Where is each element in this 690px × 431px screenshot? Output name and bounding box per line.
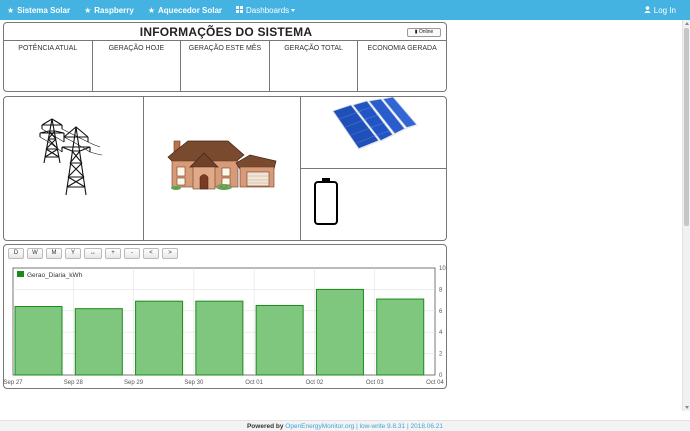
info-cell-economia: ECONOMIA GERADA	[367, 45, 437, 52]
star-icon: ★	[7, 5, 15, 15]
x-tick-label: Oct 01	[245, 380, 263, 386]
legend-label: Gerao_Diaria_kWh	[27, 272, 83, 279]
nav-item-label: Dashboards	[246, 5, 290, 15]
system-info-panel: INFORMAÇÕES DO SISTEMA ▮ Online POTÊNCIA…	[3, 22, 447, 92]
info-grid: POTÊNCIA ATUAL GERAÇÃO HOJE GERAÇÃO ESTE…	[4, 40, 446, 91]
footer-oem-link[interactable]: OpenEnergyMonitor.org	[285, 423, 354, 430]
footer-sep: |	[356, 423, 358, 430]
bar	[135, 300, 184, 376]
status-text: Online	[418, 29, 434, 35]
x-tick-label: Sep 28	[64, 380, 84, 386]
info-cell-potencia: POTÊNCIA ATUAL	[4, 41, 93, 91]
nav-item-dashboards[interactable]: Dashboards	[229, 0, 302, 20]
chart-panel: D W M Y ↔ + - < > 0 2 4 6 8 10 Sep 27 Sep 28 Sep…	[3, 244, 447, 389]
x-tick-label: Oct 03	[366, 380, 384, 386]
info-cell-geracao-total: GERAÇÃO TOTAL	[270, 41, 359, 91]
bar	[74, 308, 123, 376]
y-tick-label: 10	[439, 266, 446, 272]
panel-title: INFORMAÇÕES DO SISTEMA	[139, 25, 313, 39]
footer-date: 2018.06.21	[410, 423, 444, 430]
chart-legend: Gerao_Diaria_kWh	[17, 271, 83, 279]
login-link[interactable]: Log In	[644, 0, 676, 20]
vertical-scrollbar[interactable]	[682, 20, 690, 411]
y-tick-label: 4	[439, 330, 443, 336]
legend-swatch	[17, 271, 24, 277]
nav-item-label: Raspberry	[94, 5, 134, 15]
house-icon	[167, 140, 277, 190]
star-icon: ★	[84, 5, 92, 15]
info-cell-geracao-hoje: GERAÇÃO HOJE	[93, 41, 182, 91]
chart-bars	[14, 288, 425, 376]
x-tick-label: Oct 02	[306, 380, 324, 386]
solar-panel-icon	[332, 97, 418, 150]
footer: Powered by OpenEnergyMonitor.org | low-w…	[0, 420, 690, 431]
info-cell-geracao-mes: GERAÇÃO ESTE MÊS	[181, 41, 270, 91]
caret-down-icon	[291, 8, 296, 12]
grid-column	[4, 97, 144, 240]
x-tick-label: Sep 29	[124, 380, 144, 386]
footer-version-link[interactable]: low-write 9.8.31	[360, 423, 406, 430]
bar	[255, 304, 304, 376]
y-tick-label: 6	[439, 309, 443, 315]
nav-item-raspberry[interactable]: ★ Raspberry	[77, 0, 141, 20]
bar	[14, 306, 63, 376]
status-badge: ▮ Online	[407, 28, 441, 37]
bar	[195, 300, 244, 376]
nav-item-aquecedor-solar[interactable]: ★ Aquecedor Solar	[141, 0, 229, 20]
star-icon: ★	[147, 5, 156, 15]
y-tick-label: 0	[439, 373, 443, 379]
x-tick-label: Oct 04	[426, 380, 444, 386]
login-label: Log In	[653, 5, 676, 15]
bar	[315, 288, 364, 376]
scrollbar-thumb[interactable]	[684, 28, 689, 226]
y-tick-label: 2	[439, 352, 443, 358]
nav-item-sistema-solar[interactable]: ★ Sistema Solar	[0, 0, 77, 20]
x-tick-label: Sep 30	[184, 380, 204, 386]
house-column	[144, 97, 301, 240]
bar-chart: 0 2 4 6 8 10 Sep 27 Sep 28 Sep 29 Sep 30 Oct 01 Oct…	[4, 266, 446, 386]
top-navbar: ★ Sistema Solar ★ Raspberry ★ Aquecedor …	[0, 0, 690, 20]
nav-item-label: Sistema Solar	[17, 5, 71, 15]
status-dot-icon: ▮	[414, 29, 418, 35]
energy-diagram-panel	[3, 96, 447, 241]
scroll-up-icon[interactable]	[685, 22, 689, 25]
footer-sep: |	[406, 423, 409, 430]
bar	[376, 298, 425, 376]
scroll-down-icon[interactable]	[685, 406, 689, 409]
user-icon	[644, 5, 651, 15]
nav-item-label: Aquecedor Solar	[158, 5, 223, 15]
footer-powered: Powered by	[246, 423, 284, 430]
source-column	[301, 97, 446, 240]
x-tick-label: Sep 27	[4, 380, 23, 386]
battery-icon	[314, 178, 338, 225]
transmission-tower-icon	[39, 118, 103, 196]
y-tick-label: 8	[439, 287, 443, 293]
grid-icon	[236, 5, 244, 15]
